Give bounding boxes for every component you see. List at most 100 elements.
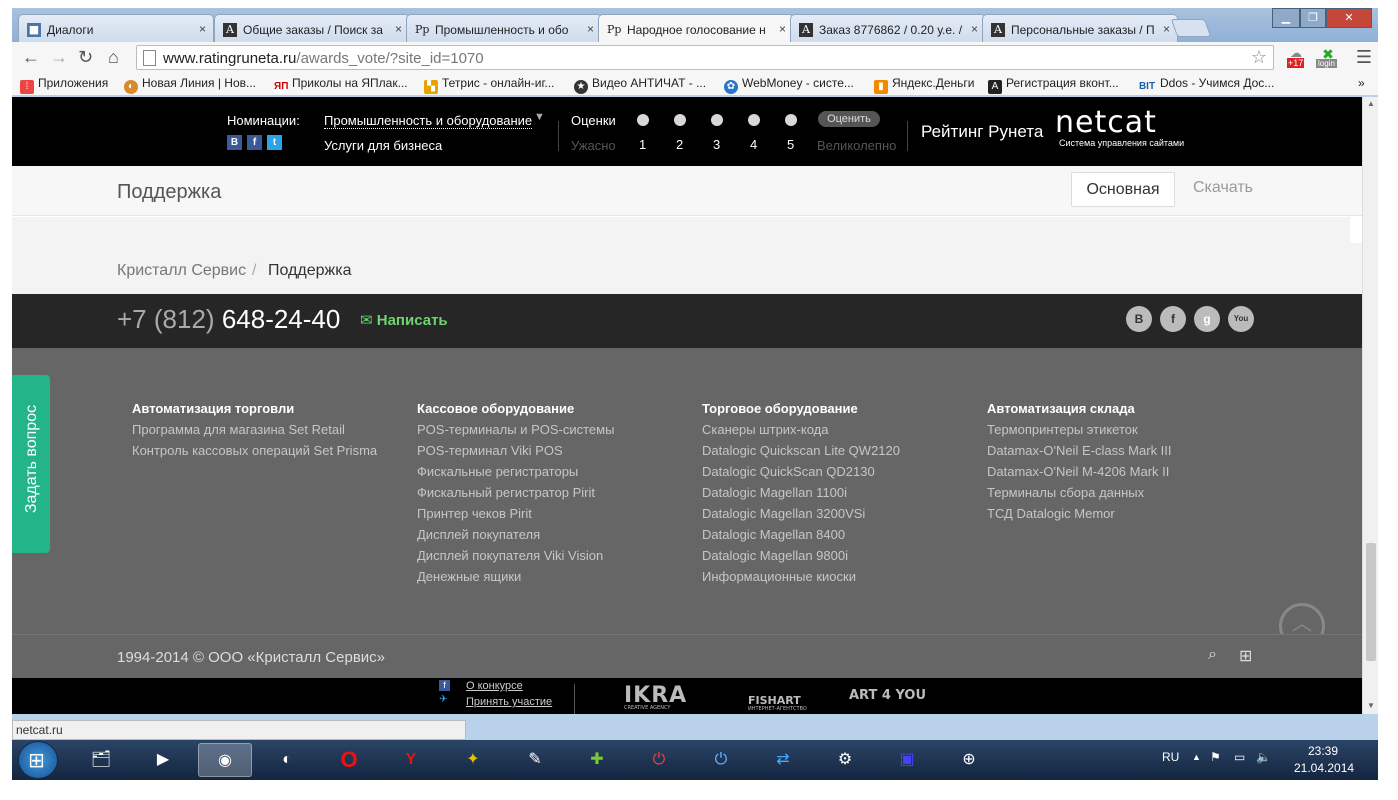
new-tab-button[interactable] bbox=[1170, 19, 1212, 37]
ask-question-button[interactable]: Задать вопрос bbox=[12, 375, 50, 553]
chevron-down-icon[interactable]: ▼ bbox=[534, 111, 545, 123]
write-button[interactable]: ✉ Написать bbox=[360, 311, 448, 329]
grade-radio-1[interactable] bbox=[637, 114, 649, 126]
network-tray-icon[interactable]: ▭ bbox=[1234, 750, 1245, 764]
about-contest-link[interactable]: О конкурсе bbox=[466, 680, 523, 692]
footer-link[interactable]: Терминалы сбора данных bbox=[987, 482, 1172, 503]
yandex-browser-icon[interactable]: Y bbox=[384, 743, 438, 777]
clock-date[interactable]: 21.04.2014 bbox=[1294, 761, 1354, 775]
netcat-logo[interactable]: netcat bbox=[1055, 105, 1157, 140]
tab-personal-orders[interactable]: A Персональные заказы / П × bbox=[982, 14, 1178, 42]
google-plus-icon[interactable]: g bbox=[1194, 306, 1220, 332]
tab-industry[interactable]: Pp Промышленность и обо × bbox=[406, 14, 602, 42]
grade-radio-3[interactable] bbox=[711, 114, 723, 126]
vertical-scrollbar[interactable]: ▲ ▼ bbox=[1362, 97, 1378, 714]
bookmark-star-icon[interactable]: ☆ bbox=[1251, 47, 1267, 68]
back-icon[interactable]: ← bbox=[22, 47, 40, 67]
game-icon[interactable]: ✦ bbox=[446, 743, 500, 777]
firefox-icon[interactable]: ◐ bbox=[260, 743, 314, 777]
maximize-button[interactable]: ❐ bbox=[1300, 8, 1326, 28]
twitter-icon[interactable]: t bbox=[267, 135, 282, 150]
power-icon[interactable]: ⏻ bbox=[694, 743, 748, 777]
bookmark-apps[interactable]: ⁞ Приложения bbox=[20, 76, 108, 94]
menu-icon[interactable]: ☰ bbox=[1356, 47, 1372, 68]
clock-time[interactable]: 23:39 bbox=[1308, 744, 1338, 758]
volume-icon[interactable]: 🔈 bbox=[1256, 750, 1271, 764]
bookmark-yaplakal[interactable]: ЯП Приколы на ЯПлак... bbox=[274, 76, 408, 94]
bookmark-vk-registration[interactable]: A Регистрация вконт... bbox=[988, 76, 1119, 94]
minimize-button[interactable]: ▁ bbox=[1272, 8, 1300, 28]
footer-link[interactable]: Datamax-O'Neil M-4206 Mark II bbox=[987, 461, 1172, 482]
footer-link[interactable]: ТСД Datalogic Memor bbox=[987, 503, 1172, 524]
bookmark-tetris[interactable]: ▚ Тетрис - онлайн-иг... bbox=[424, 76, 554, 94]
breadcrumb-parent[interactable]: Кристалл Сервис bbox=[117, 262, 246, 280]
grade-radio-5[interactable] bbox=[785, 114, 797, 126]
footer-link[interactable]: Дисплей покупателя Viki Vision bbox=[417, 545, 614, 566]
explorer-icon[interactable]: 🗂 bbox=[74, 743, 128, 777]
steam-icon[interactable]: ⚙ bbox=[818, 743, 872, 777]
close-icon[interactable]: × bbox=[395, 22, 402, 36]
facebook-icon[interactable]: f bbox=[1160, 306, 1186, 332]
bookmark-webmoney[interactable]: ✿ WebMoney - систе... bbox=[724, 76, 854, 94]
scroll-down-icon[interactable]: ▼ bbox=[1367, 701, 1375, 710]
footer-link[interactable]: Принтер чеков Pirit bbox=[417, 503, 614, 524]
home-icon[interactable]: ⌂ bbox=[108, 47, 119, 67]
footer-link[interactable]: Datalogic Magellan 3200VSi bbox=[702, 503, 900, 524]
bookmark-yandex-money[interactable]: ▮ Яндекс.Деньги bbox=[874, 76, 974, 94]
rating-runeta-title[interactable]: Рейтинг Рунета bbox=[921, 122, 1043, 142]
footer-link[interactable]: Денежные ящики bbox=[417, 566, 614, 587]
footer-link[interactable]: Фискальный регистратор Pirit bbox=[417, 482, 614, 503]
footer-heading[interactable]: Автоматизация склада bbox=[987, 398, 1172, 419]
opera-icon[interactable]: O bbox=[322, 743, 376, 777]
take-part-link[interactable]: Принять участие bbox=[466, 696, 552, 708]
tab-download[interactable]: Скачать bbox=[1193, 179, 1253, 197]
close-window-button[interactable]: ✕ bbox=[1326, 8, 1372, 28]
grade-radio-4[interactable] bbox=[748, 114, 760, 126]
flag-icon[interactable]: ⚑ bbox=[1210, 750, 1221, 764]
footer-link[interactable]: Фискальные регистраторы bbox=[417, 461, 614, 482]
sitemap-icon[interactable]: ⊞ bbox=[1239, 646, 1252, 666]
twitter-icon[interactable]: ✈ bbox=[439, 694, 447, 705]
extension-login-icon[interactable]: ✖ login bbox=[1316, 46, 1340, 68]
extension-weather-icon[interactable]: ☁ +17 bbox=[1284, 46, 1308, 68]
tab-people-vote[interactable]: Pp Народное голосование н × bbox=[598, 14, 794, 43]
save-icon[interactable]: ▣ bbox=[880, 743, 934, 777]
rate-button[interactable]: Оценить bbox=[818, 111, 880, 127]
footer-link[interactable]: Информационные киоски bbox=[702, 566, 900, 587]
nomination-second[interactable]: Услуги для бизнеса bbox=[324, 138, 442, 153]
address-bar[interactable]: www.ratingruneta.ru/awards_vote/?site_id… bbox=[136, 45, 1274, 70]
footer-link[interactable]: POS-терминалы и POS-системы bbox=[417, 419, 614, 440]
tab-order[interactable]: A Заказ 8776862 / 0.20 у.е. / × bbox=[790, 14, 986, 42]
close-icon[interactable]: × bbox=[779, 22, 786, 36]
tab-main[interactable]: Основная bbox=[1071, 172, 1175, 207]
youtube-icon[interactable]: You bbox=[1228, 306, 1254, 332]
network-icon[interactable]: ⊕ bbox=[942, 743, 996, 777]
footer-heading[interactable]: Автоматизация торговли bbox=[132, 398, 377, 419]
sync-icon[interactable]: ⇄ bbox=[756, 743, 810, 777]
footer-link[interactable]: Термопринтеры этикеток bbox=[987, 419, 1172, 440]
facebook-icon[interactable]: f bbox=[247, 135, 262, 150]
footer-link[interactable]: Дисплей покупателя bbox=[417, 524, 614, 545]
tab-general-orders[interactable]: A Общие заказы / Поиск за × bbox=[214, 14, 410, 42]
footer-link[interactable]: Datalogic Magellan 9800i bbox=[702, 545, 900, 566]
scrollbar-thumb[interactable] bbox=[1366, 543, 1376, 661]
language-indicator[interactable]: RU bbox=[1162, 750, 1179, 764]
vk-icon[interactable]: В bbox=[227, 135, 242, 150]
footer-link[interactable]: Сканеры штрих-кода bbox=[702, 419, 900, 440]
footer-link[interactable]: Datalogic Magellan 8400 bbox=[702, 524, 900, 545]
bookmarks-more[interactable]: » bbox=[1358, 76, 1365, 90]
facebook-icon[interactable]: f bbox=[439, 680, 450, 691]
footer-link[interactable]: Datalogic QuickScan QD2130 bbox=[702, 461, 900, 482]
start-button[interactable]: ⊞ bbox=[18, 741, 58, 779]
forward-icon[interactable]: → bbox=[50, 47, 68, 67]
bookmark-newline[interactable]: ◐ Новая Линия | Нов... bbox=[124, 76, 256, 94]
notepad-plus-icon[interactable]: ✚ bbox=[570, 743, 624, 777]
close-icon[interactable]: × bbox=[1163, 22, 1170, 36]
footer-link[interactable]: Datamax-O'Neil E-class Mark III bbox=[987, 440, 1172, 461]
close-icon[interactable]: × bbox=[587, 22, 594, 36]
footer-link[interactable]: POS-терминал Viki POS bbox=[417, 440, 614, 461]
chrome-icon[interactable]: ◉ bbox=[198, 743, 252, 777]
bookmark-antichat[interactable]: ★ Видео АНТИЧАТ - ... bbox=[574, 76, 706, 94]
footer-link[interactable]: Datalogic Magellan 1100i bbox=[702, 482, 900, 503]
footer-link[interactable]: Контроль кассовых операций Set Prisma bbox=[132, 440, 377, 461]
